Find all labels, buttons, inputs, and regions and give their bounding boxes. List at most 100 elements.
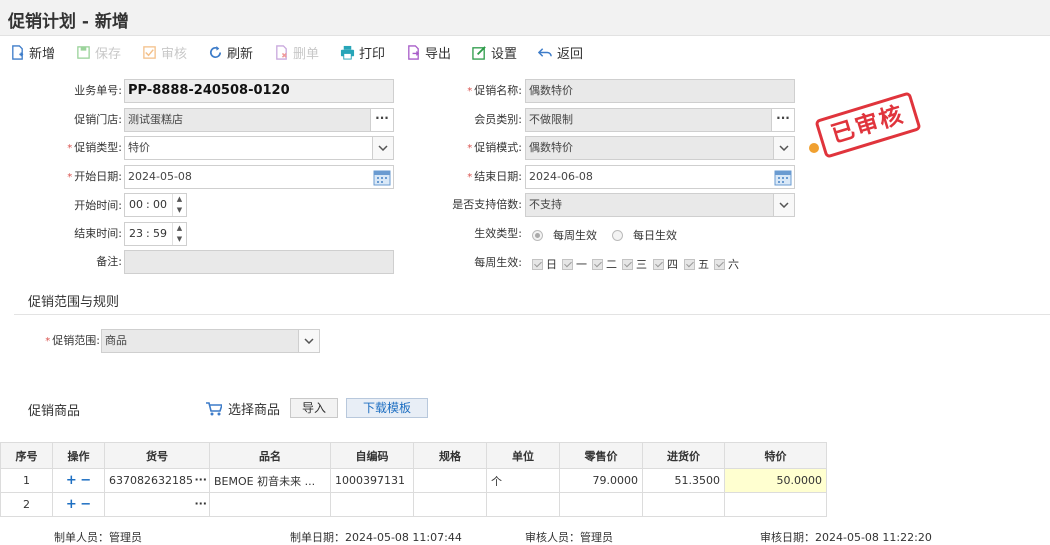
required-mark: * — [67, 143, 73, 154]
cell-purchase: 51.3500 — [641, 468, 725, 493]
footer-maker: 制单人员：管理员 — [54, 531, 142, 544]
print-button[interactable]: 打印 — [340, 42, 385, 62]
remove-row-icon[interactable]: − — [80, 497, 91, 512]
promo-name-label: * 促销名称: — [430, 80, 522, 102]
radio-circle[interactable] — [612, 229, 623, 241]
weekday-wednesday[interactable]: 三 — [622, 256, 647, 272]
col-header: 特价 — [723, 442, 827, 469]
store-picker-button[interactable]: ··· — [370, 108, 394, 132]
multiple-label: 是否支持倍数: — [452, 198, 522, 211]
delete-button[interactable]: 删单 — [274, 42, 319, 62]
calendar-icon[interactable] — [774, 168, 792, 186]
order-no-label: 业务单号: — [74, 84, 122, 97]
chevron-down-icon[interactable] — [298, 329, 320, 353]
cell-code[interactable]: 637082632185 ··· — [104, 468, 210, 493]
export-button[interactable]: 导出 — [406, 42, 451, 62]
delete-label: 删单 — [293, 46, 320, 62]
audit-icon — [143, 45, 156, 59]
remark-field[interactable] — [124, 250, 394, 274]
checkbox[interactable] — [714, 258, 725, 270]
checkbox[interactable] — [592, 258, 603, 270]
toolbar: 新增 保存 审核 刷新 删单 打印 导出 设置 返回 — [0, 36, 1050, 68]
member-type-picker-button[interactable]: ··· — [771, 108, 795, 132]
chevron-down-icon[interactable] — [773, 136, 795, 160]
member-type-field[interactable]: 不做限制 ··· — [525, 108, 795, 132]
weekly-label: 每周生效: — [474, 256, 522, 269]
add-row-icon[interactable]: + — [66, 473, 77, 488]
end-date-input[interactable]: 2024-06-08 — [525, 165, 795, 189]
promo-type-select[interactable]: 特价 — [124, 136, 394, 160]
delete-doc-icon — [276, 44, 287, 60]
start-minute[interactable]: 00 — [153, 198, 167, 211]
select-goods-button[interactable]: 选择商品 — [206, 399, 280, 418]
weekday-label: 二 — [606, 258, 617, 271]
start-hour[interactable]: 00 — [129, 198, 143, 211]
weekday-sunday[interactable]: 日 — [532, 256, 557, 272]
settings-button[interactable]: 设置 — [472, 42, 517, 62]
checkbox[interactable] — [562, 258, 573, 270]
cell-code[interactable]: ··· — [104, 492, 210, 517]
end-date-label-text: 结束日期: — [474, 170, 522, 183]
col-header: 规格 — [412, 442, 487, 469]
promo-name-field[interactable]: 偶数特价 — [525, 79, 795, 103]
footer-audit-date: 审核日期：2024-05-08 11:22:20 — [760, 531, 932, 544]
end-time-input[interactable]: 23 : 59 ▲ ▼ — [124, 222, 187, 246]
promo-mode-label: * 促销模式: — [430, 137, 522, 159]
end-minute[interactable]: 59 — [153, 227, 167, 240]
weekday-monday[interactable]: 一 — [562, 256, 587, 272]
back-arrow-icon — [538, 47, 552, 57]
checkbox[interactable] — [622, 258, 633, 270]
new-button[interactable]: 新增 — [10, 42, 55, 62]
radio-daily[interactable]: 每日生效 — [612, 227, 677, 243]
import-button[interactable]: 导入 — [290, 398, 338, 418]
scope-select[interactable]: 商品 — [101, 329, 320, 353]
printer-icon — [340, 45, 355, 60]
title-bar: 促销计划 - 新增 — [0, 0, 1050, 36]
add-row-icon[interactable]: + — [66, 497, 77, 512]
table-row[interactable]: 2 + − ··· — [0, 492, 827, 517]
weekday-saturday[interactable]: 六 — [714, 256, 739, 272]
section-divider — [14, 314, 1050, 315]
chevron-down-icon[interactable] — [773, 193, 795, 217]
end-hour[interactable]: 23 — [129, 227, 143, 240]
cell-special[interactable] — [723, 492, 827, 517]
weekday-thursday[interactable]: 四 — [653, 256, 678, 272]
weekday-tuesday[interactable]: 二 — [592, 256, 617, 272]
order-no-field[interactable]: PP-8888-240508-0120 — [124, 79, 394, 103]
back-button[interactable]: 返回 — [538, 42, 583, 62]
checkbox[interactable] — [532, 258, 543, 270]
store-field[interactable]: 测试蛋糕店 ··· — [124, 108, 394, 132]
required-mark: * — [467, 143, 473, 154]
store-value: 测试蛋糕店 — [128, 113, 183, 126]
remove-row-icon[interactable]: − — [80, 473, 91, 488]
col-header: 操作 — [52, 442, 105, 469]
download-template-button[interactable]: 下载模板 — [346, 398, 428, 418]
select-goods-label: 选择商品 — [228, 403, 281, 418]
member-type-label: 会员类别: — [474, 113, 522, 126]
table-row[interactable]: 1 + − 637082632185 ··· BEMOE 初音未来 ... 100… — [0, 468, 827, 493]
refresh-icon — [209, 45, 222, 58]
time-spinner[interactable]: ▲ ▼ — [172, 194, 186, 216]
calendar-icon[interactable] — [373, 168, 391, 186]
checkbox[interactable] — [684, 258, 695, 270]
start-time-input[interactable]: 00 : 00 ▲ ▼ — [124, 193, 187, 217]
refresh-button[interactable]: 刷新 — [208, 42, 253, 62]
save-button[interactable]: 保存 — [76, 42, 121, 62]
audit-button[interactable]: 审核 — [142, 42, 187, 62]
goods-picker-icon[interactable]: ··· — [194, 473, 207, 486]
cell-no: 1 — [0, 468, 53, 493]
audited-stamp: 已审核 — [814, 91, 922, 159]
time-spinner[interactable]: ▲ ▼ — [172, 223, 186, 245]
radio-circle[interactable] — [532, 229, 543, 241]
cell-purchase — [641, 492, 725, 517]
goods-picker-icon[interactable]: ··· — [194, 497, 207, 510]
page-title: 促销计划 - 新增 — [8, 12, 129, 32]
weekday-friday[interactable]: 五 — [684, 256, 709, 272]
cell-special[interactable]: 50.0000 — [723, 468, 827, 493]
radio-weekly[interactable]: 每周生效 — [532, 227, 597, 243]
checkbox[interactable] — [653, 258, 664, 270]
multiple-select[interactable]: 不支持 — [525, 193, 795, 217]
promo-mode-select[interactable]: 偶数特价 — [525, 136, 795, 160]
chevron-down-icon[interactable] — [372, 136, 394, 160]
start-date-input[interactable]: 2024-05-08 — [124, 165, 394, 189]
